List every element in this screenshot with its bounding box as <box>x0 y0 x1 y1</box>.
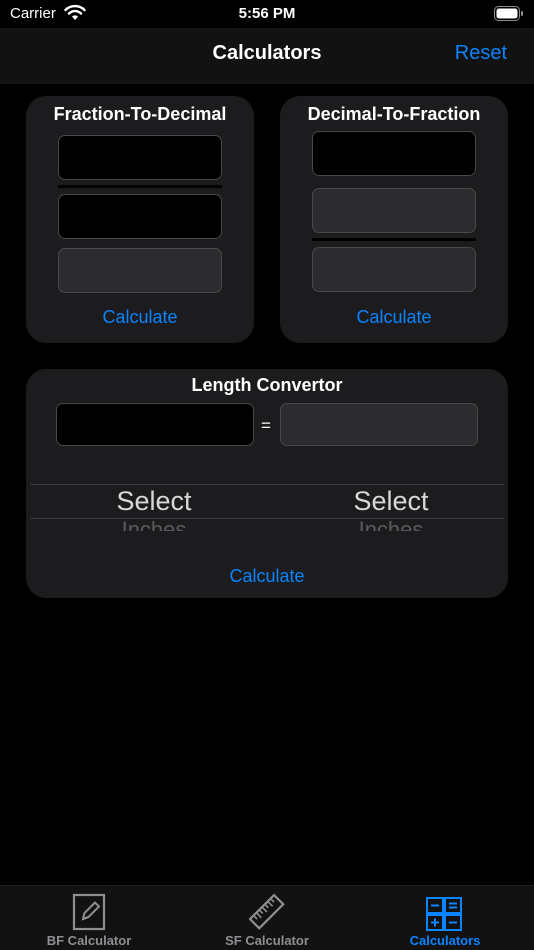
fraction-bar <box>312 238 476 241</box>
pencil-square-icon <box>72 893 106 931</box>
ruler-icon <box>249 893 285 930</box>
length-convertor-title: Length Convertor <box>191 375 343 395</box>
from-unit-selected: Select <box>116 486 192 516</box>
to-unit-selected: Select <box>353 486 429 516</box>
decimal-to-fraction-title: Decimal-To-Fraction <box>307 104 481 124</box>
tab-bar: BF Calculator SF Calculator Calculators <box>0 885 534 950</box>
decimal-input[interactable] <box>312 131 476 176</box>
calculator-icon <box>426 897 462 931</box>
fraction-bar <box>58 185 222 188</box>
status-time: 5:56 PM <box>238 5 296 22</box>
decimal-to-fraction-calculate-button[interactable]: Calculate <box>280 307 508 328</box>
reset-button[interactable]: Reset <box>455 42 507 65</box>
length-result-field <box>280 403 478 446</box>
battery-icon <box>494 6 523 21</box>
navigation-bar: Calculators Reset <box>0 28 534 84</box>
tab-calculators[interactable]: Calculators <box>356 886 534 950</box>
tab-label: BF Calculator <box>46 933 132 948</box>
fraction-to-decimal-calculate-button[interactable]: Calculate <box>26 307 254 328</box>
tab-label: Calculators <box>409 933 481 948</box>
decimal-to-fraction-card: Decimal-To-Fraction Calculate <box>280 96 508 343</box>
status-bar: Carrier 5:56 PM <box>0 0 534 28</box>
equals-sign: = <box>261 416 271 435</box>
denominator-input[interactable] <box>58 194 222 239</box>
fraction-to-decimal-title: Fraction-To-Decimal <box>53 104 227 124</box>
to-unit-picker[interactable]: Select Inches <box>266 485 516 531</box>
fraction-denominator-result <box>312 247 476 292</box>
decimal-result-field <box>58 248 222 293</box>
tab-bf-calculator[interactable]: BF Calculator <box>0 886 178 950</box>
fraction-numerator-result <box>312 188 476 233</box>
length-input[interactable] <box>56 403 254 446</box>
tab-label: SF Calculator <box>225 933 309 948</box>
from-unit-next-option: Inches <box>121 517 187 531</box>
to-unit-next-option: Inches <box>358 517 424 531</box>
numerator-input[interactable] <box>58 135 222 180</box>
fraction-to-decimal-card: Fraction-To-Decimal Calculate <box>26 96 254 343</box>
from-unit-picker[interactable]: Select Inches <box>29 485 279 531</box>
length-convertor-card: Length Convertor = Select Inches Select … <box>26 369 508 598</box>
tab-sf-calculator[interactable]: SF Calculator <box>178 886 356 950</box>
length-convertor-calculate-button[interactable]: Calculate <box>26 566 508 587</box>
